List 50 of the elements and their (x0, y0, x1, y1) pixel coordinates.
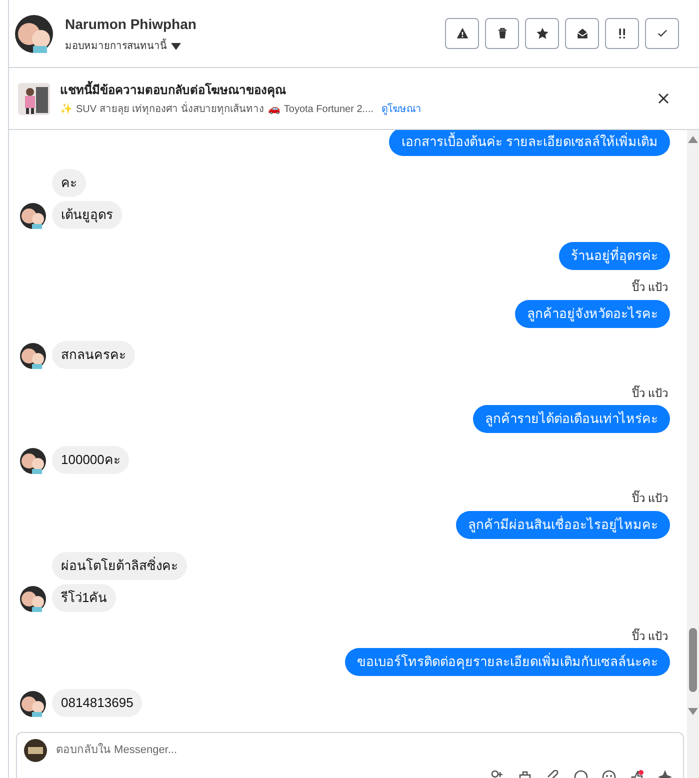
avatar-icon (20, 691, 46, 717)
delete-button[interactable] (485, 18, 519, 49)
avatar-icon (20, 586, 46, 612)
received-message-bubble: 100000คะ (52, 446, 130, 474)
received-message-bubble: รีโว่1คัน (52, 584, 116, 612)
sender-name: ปิ๊ว แป้ว (632, 280, 670, 296)
important-button[interactable] (605, 18, 639, 49)
sent-message-bubble: ลูกค้ามีผ่อนสินเชื่ออะไรอยู่ไหมคะ (456, 510, 670, 538)
warning-icon (456, 27, 468, 40)
sent-message-bubble: ร้านอยู่ที่อุดรค่ะ (559, 242, 670, 270)
received-message-bubble: ผ่อนโตโยต้าลิสซิ่งคะ (52, 552, 187, 580)
reply-box[interactable]: ตอบกลับใน Messenger... (16, 732, 684, 778)
car-emoji: 🚗 (268, 102, 280, 116)
sender-name: ปิ๊ว แป้ว (632, 491, 670, 508)
scrollbar[interactable] (687, 130, 699, 778)
close-icon[interactable] (658, 93, 669, 104)
view-ad-link[interactable]: ดูโฆษณา (381, 102, 422, 116)
reply-input[interactable]: ตอบกลับใน Messenger... (56, 742, 676, 759)
sent-message-bubble: ขอเบอร์โทรติดต่อคุยรายละเอียดเพิ่มเติมกับเซลล์นะคะ (345, 648, 670, 676)
ad-reply-title: แชทนี้มีข้อความตอบกลับต่อโฆษณาของคุณ (60, 80, 287, 98)
envelope-icon (576, 27, 588, 40)
scroll-up-icon[interactable] (688, 136, 698, 143)
caret-icon (171, 42, 181, 50)
avatar-icon (20, 342, 46, 368)
scrollbar-thumb[interactable] (689, 628, 697, 692)
sender-name: ปิ๊ว แป้ว (632, 386, 670, 402)
received-message-bubble: สกลนครคะ (52, 340, 135, 368)
sparkle-emoji: ✨ (60, 102, 72, 116)
avatar-icon (20, 203, 46, 229)
sent-message-bubble: ลูกค้ารายได้ต่อเดือนเท่าไหร่คะ (473, 405, 670, 433)
sent-message-bubble: ลูกค้าอยู่จังหวัดอะไรคะ (515, 300, 670, 328)
received-message-bubble: 0814813695 (52, 689, 142, 717)
mark-read-button[interactable] (565, 18, 599, 49)
scroll-down-icon[interactable] (688, 708, 698, 715)
received-message-bubble: เต้นยูอุดร (52, 201, 122, 229)
assign-dropdown[interactable]: มอบหมายการสนทนานี้ (65, 38, 196, 54)
avatar-icon (20, 448, 46, 474)
received-message-bubble: คะ (52, 169, 86, 197)
star-button[interactable] (525, 18, 559, 49)
sent-message-bubble: เอกสารเบื้องต้นค่ะ รายละเอียดเซลล์ให้เพิ่มเติม (389, 130, 670, 156)
report-spam-button[interactable] (445, 18, 479, 49)
avatar-icon (15, 14, 53, 52)
trash-icon (496, 27, 508, 40)
ad-description: SUV สายลุย เท่ทุกองศา นั่งสบายทุกเส้นทาง (76, 102, 264, 116)
page-avatar-icon (24, 739, 47, 762)
ad-description: Toyota Fortuner 2.... (284, 102, 374, 116)
sender-name: ปิ๊ว แป้ว (632, 628, 670, 645)
star-icon (536, 27, 548, 40)
done-button[interactable] (645, 18, 679, 49)
contact-name: Narumon Phiwphan (65, 14, 196, 34)
